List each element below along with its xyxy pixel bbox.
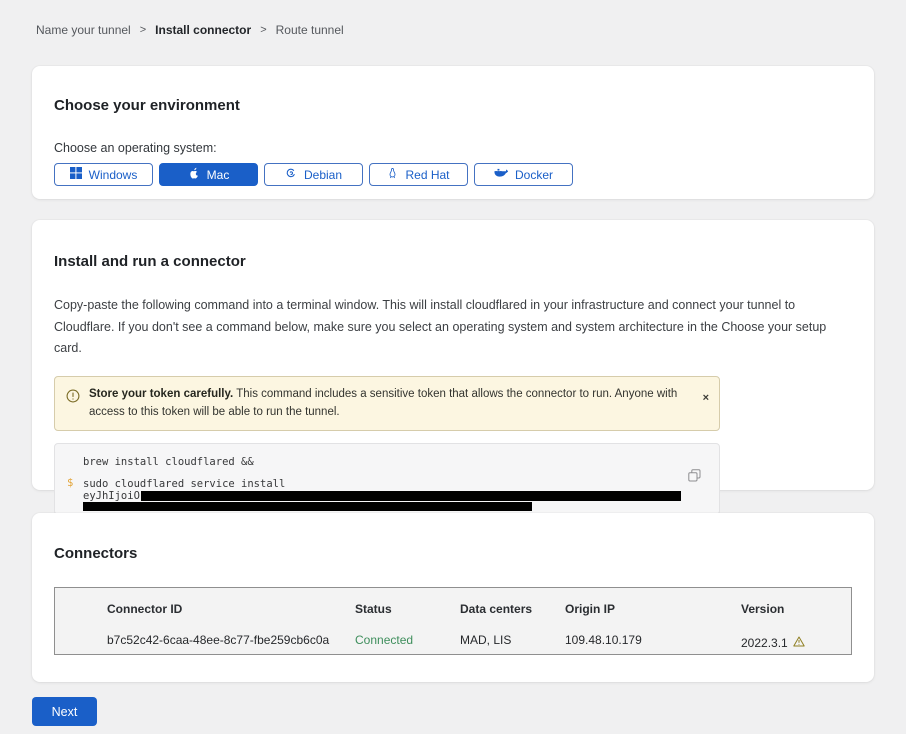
alert-circle-icon [66,389,80,408]
copy-icon[interactable] [688,469,701,485]
close-icon[interactable]: × [703,393,709,404]
code-line-token: eyJhIjoiO [83,491,719,502]
breadcrumb-step-route-tunnel[interactable]: Route tunnel [276,23,344,37]
redacted-token-bar [83,502,532,511]
debian-icon [285,167,297,182]
bottom-strip [0,734,906,740]
os-button-label: Red Hat [405,168,449,182]
column-header-origin-ip: Origin IP [565,602,741,624]
os-button-label: Windows [89,168,138,182]
origin-ip-value: 109.48.10.179 [565,633,741,655]
breadcrumb-separator: > [140,24,146,36]
install-connector-description: Copy-paste the following command into a … [54,295,849,360]
os-button-redhat[interactable]: Red Hat [369,163,468,186]
connector-id-value: b7c52c42-6caa-48ee-8c77-fbe259cb6c0a [107,633,355,655]
environment-card: Choose your environment Choose an operat… [32,66,874,199]
redhat-icon [387,167,398,183]
token-warning-text: Store your token carefully. This command… [89,385,689,423]
os-button-debian[interactable]: Debian [264,163,363,186]
install-connector-card: Install and run a connector Copy-paste t… [32,220,874,490]
windows-icon [70,167,82,182]
breadcrumb-step-name-tunnel[interactable]: Name your tunnel [36,23,131,37]
redacted-token-bar [141,491,681,501]
token-warning-banner: Store your token carefully. This command… [54,376,720,432]
os-button-group: Windows Mac Debian Red Hat Docker [54,163,852,186]
connectors-card: Connectors Connector ID Status Data cent… [32,513,874,682]
apple-icon [188,167,200,183]
version-number: 2022.3.1 [741,636,788,650]
data-centers-value: MAD, LIS [460,633,565,655]
os-select-label: Choose an operating system: [54,141,852,155]
token-warning-title: Store your token carefully. [89,388,233,400]
breadcrumb: Name your tunnel > Install connector > R… [36,23,344,37]
shell-prompt: $ [67,477,73,489]
os-button-label: Docker [515,168,553,182]
column-header-status: Status [355,602,460,624]
os-button-label: Mac [207,168,230,182]
os-button-label: Debian [304,168,342,182]
docker-icon [494,168,508,182]
install-connector-title: Install and run a connector [54,220,852,270]
os-button-windows[interactable]: Windows [54,163,153,186]
status-badge: Connected [355,633,460,655]
breadcrumb-step-install-connector[interactable]: Install connector [155,23,251,37]
connectors-title: Connectors [54,513,852,562]
os-button-docker[interactable]: Docker [474,163,573,186]
os-button-mac[interactable]: Mac [159,163,258,186]
column-header-version: Version [741,602,851,624]
next-button[interactable]: Next [32,697,97,726]
version-value: 2022.3.1 [741,633,851,655]
column-header-connector-id: Connector ID [107,602,355,624]
connectors-table: Connector ID Status Data centers Origin … [54,587,852,655]
column-header-data-centers: Data centers [460,602,565,624]
code-line-sudo: sudo cloudflared service install [83,478,719,490]
token-prefix: eyJhIjoiO [83,490,140,502]
warning-triangle-icon [793,636,805,650]
breadcrumb-separator: > [260,24,266,36]
install-command-codeblock: brew install cloudflared && $ sudo cloud… [54,443,720,515]
code-line-brew: brew install cloudflared && [83,456,719,468]
environment-card-title: Choose your environment [54,66,852,114]
